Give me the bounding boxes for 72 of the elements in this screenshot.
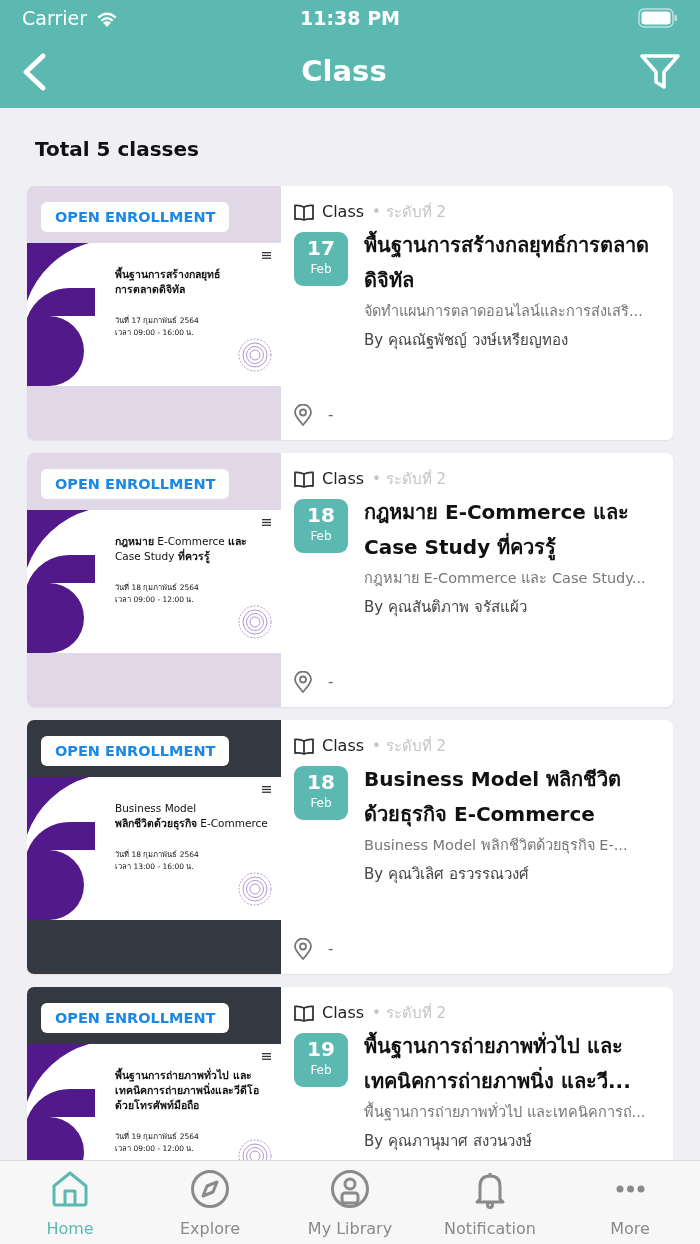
tab-button[interactable]: Home xyxy=(0,1161,140,1244)
enrollment-badge: OPEN ENROLLMENT xyxy=(41,469,230,499)
tab-button[interactable]: Explore xyxy=(140,1161,280,1244)
enrollment-badge: OPEN ENROLLMENT xyxy=(41,1003,230,1033)
class-description: Business Model พลิกชีวิตด้วยธุรกิจ E-... xyxy=(364,836,629,856)
menu-icon xyxy=(262,252,271,259)
menu-icon xyxy=(262,786,271,793)
wifi-icon xyxy=(95,9,119,27)
date-badge: 17 Feb xyxy=(294,232,348,286)
class-level: • ระดับที่ 2 xyxy=(372,201,447,223)
class-title: กฎหมาย E-Commerce และ Case Study ที่ควรรู้ xyxy=(364,499,630,563)
class-level: • ระดับที่ 2 xyxy=(372,735,447,757)
location-text: - xyxy=(328,938,334,960)
location-text: - xyxy=(328,404,334,426)
banner-title: เทคนิคการถ่ายภาพนิ่งและวีดีโอ xyxy=(115,1083,259,1098)
class-description: พื้นฐานการถ่ายภาพทั่วไป และเทคนิคการถ่... xyxy=(364,1102,661,1124)
class-title: พื้นฐานการถ่ายภาพทั่วไป และเทคนิคการถ่ายภาพนิ่ง และวี... xyxy=(364,1029,661,1099)
menu-icon xyxy=(262,519,271,526)
banner-title: กฎหมาย E-Commerce และ xyxy=(115,534,248,548)
banner-title: Business Model xyxy=(115,801,198,816)
circles-icon xyxy=(238,872,272,906)
instructor-name: By คุณภานุมาศ สงวนวงษ์ xyxy=(364,1130,533,1153)
class-type: Class xyxy=(322,201,365,223)
book-icon xyxy=(294,737,314,755)
compass-icon xyxy=(190,1169,230,1209)
class-title: Business Model พลิกชีวิต ด้วยธุรกิจ E-Commerce xyxy=(364,766,623,829)
banner-title: พลิกชีวิตด้วยธุรกิจ E-Commerce xyxy=(115,816,268,831)
book-icon xyxy=(294,203,314,221)
location-pin-icon xyxy=(294,670,312,693)
banner-title: พื้นฐานการสร้างกลยุทธ์ xyxy=(115,267,220,282)
more-icon xyxy=(615,1185,645,1193)
date-badge: 18 Feb xyxy=(294,766,348,820)
banner-title: การตลาดดิจิทัล xyxy=(115,282,186,297)
class-card[interactable] xyxy=(27,186,673,440)
class-level: • ระดับที่ 2 xyxy=(372,1002,447,1024)
circles-icon xyxy=(238,338,272,372)
clock-time: 11:38 PM xyxy=(300,5,400,31)
date-badge: 18 Feb xyxy=(294,499,348,553)
banner-title: Case Study ที่ควรรู้ xyxy=(115,549,211,564)
instructor-name: By คุณสันติภาพ จรัสแผ้ว xyxy=(364,596,528,619)
tab-button[interactable]: My Library xyxy=(280,1161,420,1244)
banner-title: พื้นฐานการถ่ายภาพทั่วไป และ xyxy=(115,1068,259,1083)
date-badge: 19 Feb xyxy=(294,1033,348,1087)
page-title: Class xyxy=(301,53,387,91)
class-card[interactable] xyxy=(27,720,673,974)
tab-button[interactable]: More xyxy=(560,1161,700,1244)
class-description: จัดทำแผนการตลาดออนไลน์และการส่งเสริ... xyxy=(364,302,644,321)
battery-icon xyxy=(638,8,678,28)
banner-title: ด้วยโทรศัพท์มือถือ xyxy=(115,1098,200,1113)
enrollment-badge: OPEN ENROLLMENT xyxy=(41,202,230,232)
circles-icon xyxy=(238,605,272,639)
class-card[interactable] xyxy=(27,453,673,707)
book-icon xyxy=(294,1004,314,1022)
class-count: Total 5 classes xyxy=(35,136,200,163)
instructor-name: By คุณวิเลิศ อรวรรณวงศ์ xyxy=(364,863,530,886)
class-description: กฎหมาย E-Commerce และ Case Study... xyxy=(364,569,647,588)
class-title: พื้นฐานการสร้างกลยุทธ์การตลาดดิจิทัล xyxy=(364,228,661,298)
menu-icon xyxy=(262,1053,271,1060)
class-type: Class xyxy=(322,735,365,757)
location-pin-icon xyxy=(294,937,312,960)
book-icon xyxy=(294,470,314,488)
class-type: Class xyxy=(322,468,365,490)
carrier-name: Carrier xyxy=(22,5,87,31)
enrollment-badge: OPEN ENROLLMENT xyxy=(41,736,230,766)
instructor-name: By คุณณัฐพัชญ์ วงษ์เหรียญทอง xyxy=(364,329,569,352)
user-icon xyxy=(330,1169,370,1209)
class-level: • ระดับที่ 2 xyxy=(372,468,447,490)
tab-button[interactable]: Notification xyxy=(420,1161,560,1244)
location-text: - xyxy=(328,671,334,693)
location-pin-icon xyxy=(294,403,312,426)
class-type: Class xyxy=(322,1002,365,1024)
home-icon xyxy=(50,1169,90,1209)
